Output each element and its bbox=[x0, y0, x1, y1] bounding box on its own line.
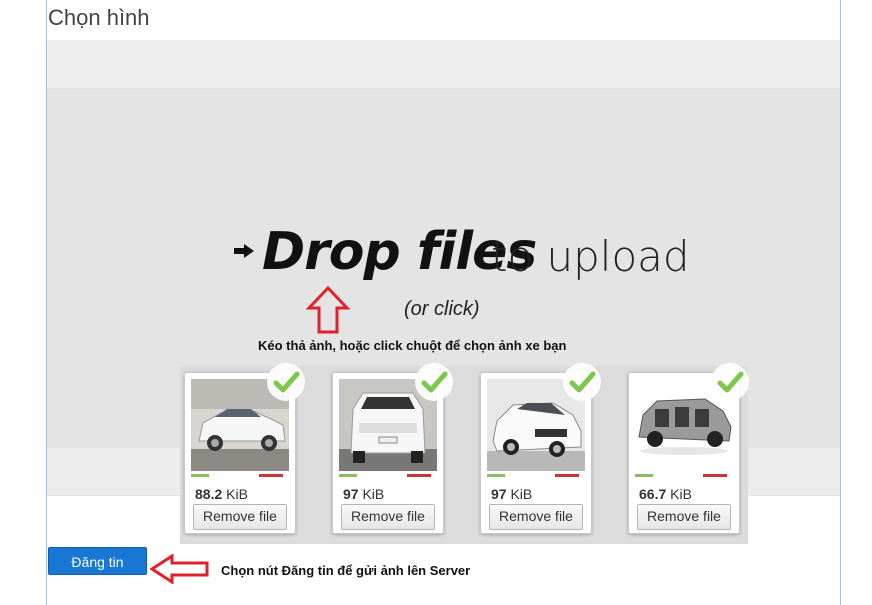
file-preview: 97 KiB Remove file bbox=[332, 363, 453, 534]
annotation-arrow-up-icon bbox=[306, 286, 350, 334]
page-title: Chọn hình bbox=[48, 5, 150, 30]
remove-file-button[interactable]: Remove file bbox=[637, 504, 731, 530]
watermark-strip bbox=[635, 474, 727, 477]
file-size: 88.2 KiB bbox=[195, 486, 248, 502]
annotation-arrow-left-icon bbox=[150, 554, 209, 584]
file-preview: 66.7 KiB Remove file bbox=[628, 363, 749, 534]
file-preview: 97 KiB Remove file bbox=[480, 363, 601, 534]
file-preview: 88.2 KiB Remove file bbox=[184, 363, 305, 534]
success-check-icon bbox=[267, 363, 305, 401]
watermark-strip bbox=[191, 474, 283, 477]
success-check-icon bbox=[563, 363, 601, 401]
remove-file-button[interactable]: Remove file bbox=[489, 504, 583, 530]
remove-file-button[interactable]: Remove file bbox=[193, 504, 287, 530]
or-click-text: (or click) bbox=[404, 298, 480, 320]
file-size: 97 KiB bbox=[491, 486, 533, 502]
to-upload-text: to upload bbox=[491, 232, 690, 281]
watermark-strip bbox=[339, 474, 431, 477]
file-size: 66.7 KiB bbox=[639, 486, 692, 502]
post-button[interactable]: Đăng tin bbox=[48, 547, 147, 575]
arrow-right-icon bbox=[234, 244, 254, 258]
success-check-icon bbox=[711, 363, 749, 401]
success-check-icon bbox=[415, 363, 453, 401]
post-annotation: Chọn nút Đăng tin để gửi ảnh lên Server bbox=[221, 563, 471, 578]
remove-file-button[interactable]: Remove file bbox=[341, 504, 435, 530]
dropzone-annotation: Kéo thả ảnh, hoặc click chuột để chọn ản… bbox=[258, 338, 567, 353]
upload-header-band bbox=[47, 40, 840, 88]
watermark-strip bbox=[487, 474, 579, 477]
file-size: 97 KiB bbox=[343, 486, 385, 502]
